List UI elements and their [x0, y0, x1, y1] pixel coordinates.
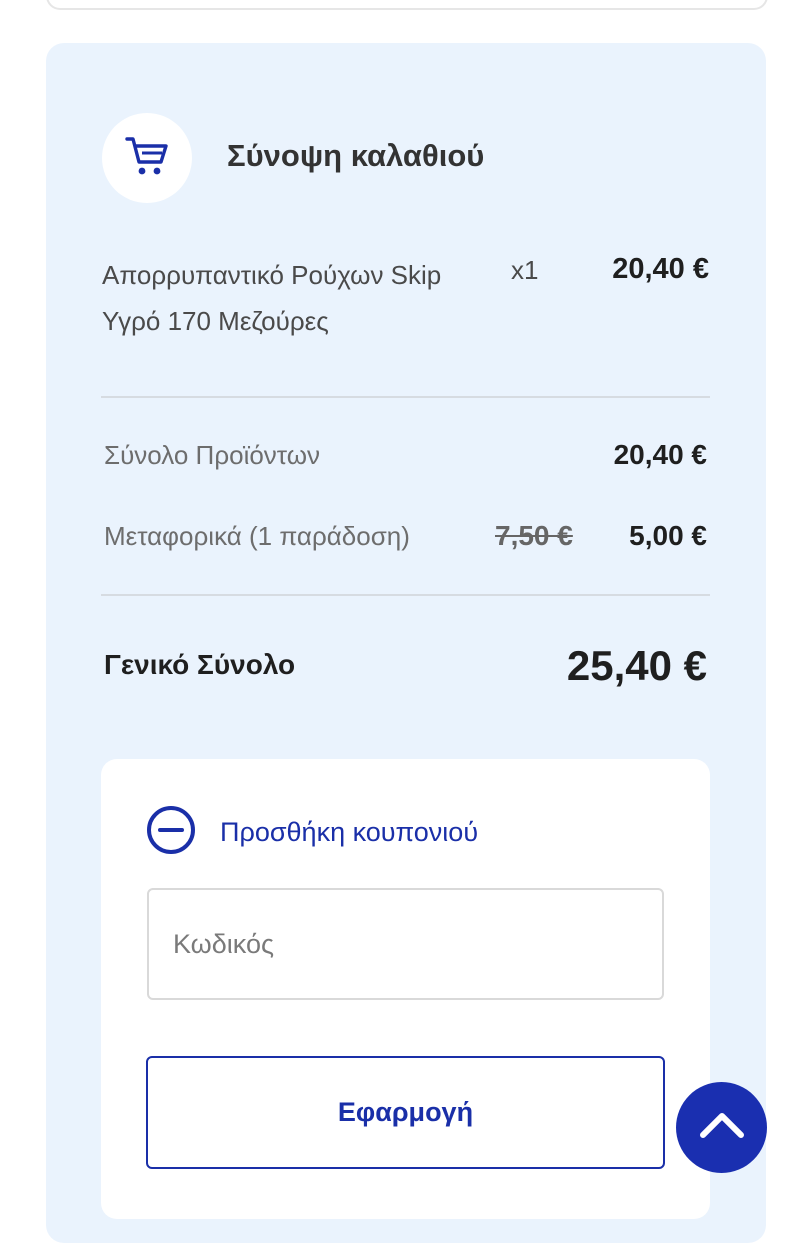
shipping-label: Μεταφορικά (1 παράδοση)	[104, 521, 410, 551]
shipping-old-price: 7,50 €	[495, 520, 573, 551]
grand-total-value: 25,40 €	[566, 642, 707, 689]
scroll-to-top-button[interactable]	[676, 1082, 767, 1173]
coupon-code-input[interactable]	[147, 888, 664, 1000]
chevron-up-icon	[699, 1110, 745, 1145]
products-total-value: 20,40 €	[613, 439, 707, 470]
apply-coupon-button[interactable]: Εφαρμογή	[146, 1056, 665, 1169]
shopping-cart-icon	[124, 134, 170, 183]
divider	[101, 594, 710, 596]
coupon-toggle[interactable]: Προσθήκη κουπονιού	[146, 805, 478, 860]
product-quantity: x1	[511, 255, 539, 285]
previous-section-card	[46, 0, 768, 10]
shipping-price: 5,00 €	[629, 520, 707, 551]
divider	[101, 396, 710, 398]
minus-circle-icon	[146, 805, 196, 860]
product-name: Απορρυπαντικό Ρούχων Skip Υγρό 170 Μεζού…	[102, 260, 442, 336]
coupon-toggle-label: Προσθήκη κουπονιού	[220, 817, 479, 847]
cart-summary-title: Σύνοψη καλαθιού	[227, 138, 485, 173]
grand-total-label: Γενικό Σύνολο	[104, 649, 296, 680]
cart-icon-badge	[102, 113, 192, 203]
product-price: 20,40 €	[612, 253, 709, 285]
products-total-label: Σύνολο Προϊόντων	[104, 440, 321, 470]
